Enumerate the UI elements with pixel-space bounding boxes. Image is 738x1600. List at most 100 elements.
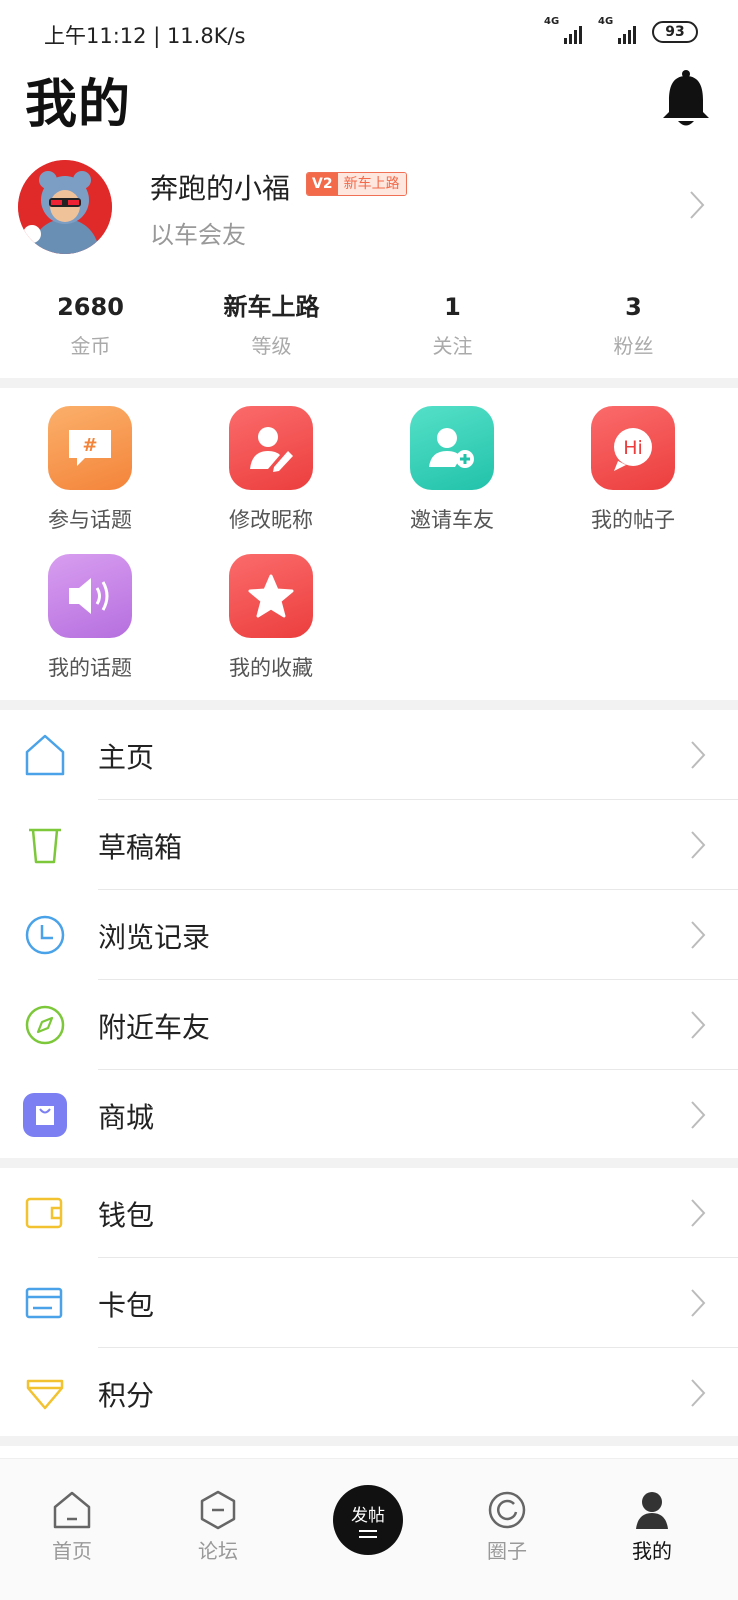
grid-item-label: 我的帖子 xyxy=(591,508,675,532)
bell-icon[interactable] xyxy=(660,68,712,130)
tab-forum[interactable]: 论坛 xyxy=(158,1459,278,1600)
tab-label: 圈子 xyxy=(487,1539,527,1563)
stat-value: 新车上路 xyxy=(223,293,320,321)
stat-coins[interactable]: 2680 金币 xyxy=(0,290,181,370)
stat-value: 1 xyxy=(444,293,461,321)
grid-item-join-topic[interactable]: # 参与话题 xyxy=(10,406,170,534)
wallet-icon xyxy=(25,1197,63,1229)
level-badge: V2 新车上路 xyxy=(306,172,407,196)
menu-item-label: 卡包 xyxy=(98,1289,155,1322)
grid-item-my-topics[interactable]: 我的话题 xyxy=(10,554,170,682)
edit-name-icon xyxy=(229,406,313,490)
signal-icon: 4G xyxy=(544,16,582,44)
section-divider xyxy=(0,700,738,710)
forum-tab-icon xyxy=(200,1490,236,1530)
tab-circle[interactable]: 圈子 xyxy=(447,1459,567,1600)
grid-item-invite-friend[interactable]: 邀请车友 xyxy=(372,406,532,534)
stat-label: 金币 xyxy=(70,334,111,358)
status-bar: 上午11:12 | 11.8K/s 4G 4G 93 xyxy=(0,0,738,62)
tab-home[interactable]: 首页 xyxy=(12,1459,132,1600)
network-type-label: 4G xyxy=(544,16,560,27)
grid-item-label: 我的话题 xyxy=(48,656,132,680)
svg-text:#: # xyxy=(82,435,97,456)
signal-icon: 4G xyxy=(598,16,636,44)
grid-item-favorites[interactable]: 我的收藏 xyxy=(191,554,351,682)
shop-icon xyxy=(23,1093,67,1137)
chevron-right-icon xyxy=(690,191,705,219)
points-icon xyxy=(26,1379,64,1410)
speaker-icon xyxy=(48,554,132,638)
menu-item-points[interactable]: 积分 xyxy=(0,1348,738,1438)
post-button-label: 发帖 xyxy=(351,1506,385,1526)
profile-tab-icon xyxy=(636,1492,668,1529)
stats-row: 2680 金币 新车上路 等级 1 关注 3 粉丝 xyxy=(0,290,738,370)
section-divider xyxy=(0,1158,738,1168)
grid-item-label: 参与话题 xyxy=(48,508,132,532)
menu-item-label: 浏览记录 xyxy=(98,921,211,954)
stat-followers[interactable]: 3 粉丝 xyxy=(543,290,724,370)
menu-item-label: 钱包 xyxy=(98,1199,155,1232)
hi-glyph: Hi xyxy=(623,437,643,459)
page-title: 我的 xyxy=(25,75,132,135)
menu-item-label: 积分 xyxy=(98,1379,155,1412)
home-tab-icon xyxy=(53,1491,91,1529)
level-name: 新车上路 xyxy=(337,173,406,195)
stat-following[interactable]: 1 关注 xyxy=(362,290,543,370)
bin-icon xyxy=(29,828,61,864)
card-icon xyxy=(25,1287,63,1319)
chevron-right-icon xyxy=(691,831,706,859)
menu-item-shop[interactable]: 商城 xyxy=(0,1070,738,1160)
grid-item-my-posts[interactable]: Hi 我的帖子 xyxy=(553,406,713,534)
chevron-right-icon xyxy=(691,1199,706,1227)
compass-icon xyxy=(25,1005,65,1045)
topic-icon: # xyxy=(48,406,132,490)
section-divider xyxy=(0,1436,738,1446)
menu-item-nearby[interactable]: 附近车友 xyxy=(0,980,738,1070)
menu-item-label: 商城 xyxy=(98,1101,155,1134)
hi-icon: Hi xyxy=(591,406,675,490)
stat-label: 关注 xyxy=(432,334,473,358)
grid-item-label: 邀请车友 xyxy=(410,508,494,532)
tab-label: 首页 xyxy=(52,1539,92,1563)
home-icon xyxy=(25,734,65,776)
section-divider xyxy=(0,378,738,388)
chevron-right-icon xyxy=(691,921,706,949)
chevron-right-icon xyxy=(691,1101,706,1129)
grid-item-label: 我的收藏 xyxy=(229,656,313,680)
tab-label: 论坛 xyxy=(198,1539,238,1563)
star-icon xyxy=(229,554,313,638)
stat-label: 粉丝 xyxy=(613,334,654,358)
chevron-right-icon xyxy=(691,1289,706,1317)
menu-item-card[interactable]: 卡包 xyxy=(0,1258,738,1348)
menu-item-history[interactable]: 浏览记录 xyxy=(0,890,738,980)
tab-profile[interactable]: 我的 xyxy=(592,1459,712,1600)
menu-item-home[interactable]: 主页 xyxy=(0,710,738,800)
avatar[interactable] xyxy=(18,160,112,254)
menu-item-label: 附近车友 xyxy=(98,1011,211,1044)
menu-item-label: 草稿箱 xyxy=(98,831,183,864)
stat-level[interactable]: 新车上路 等级 xyxy=(181,290,362,370)
menu-item-drafts[interactable]: 草稿箱 xyxy=(0,800,738,890)
clock-icon xyxy=(25,915,65,955)
circle-tab-icon xyxy=(488,1491,526,1529)
grid-item-label: 修改昵称 xyxy=(229,508,313,532)
invite-friend-icon xyxy=(410,406,494,490)
profile-card[interactable]: 奔跑的小福 V2 新车上路 以车会友 xyxy=(0,155,738,265)
menu-item-label: 主页 xyxy=(98,741,155,774)
stat-label: 等级 xyxy=(251,334,292,358)
bottom-tab-bar: 首页 论坛 发帖 圈子 我的 xyxy=(0,1458,738,1600)
battery-icon: 93 xyxy=(652,21,698,43)
profile-motto: 以车会友 xyxy=(150,221,246,249)
post-button[interactable]: 发帖 xyxy=(333,1485,403,1555)
grid-item-edit-name[interactable]: 修改昵称 xyxy=(191,406,351,534)
level-tag: V2 xyxy=(307,173,338,195)
chevron-right-icon xyxy=(691,1379,706,1407)
chevron-right-icon xyxy=(691,1011,706,1039)
chevron-right-icon xyxy=(691,741,706,769)
status-time: 上午11:12 | 11.8K/s xyxy=(44,24,246,48)
post-icon xyxy=(359,1530,377,1538)
feature-grid: # 参与话题 修改昵称 邀请车友 Hi 我的帖子 我的话题 我的收藏 xyxy=(0,398,738,698)
menu-item-wallet[interactable]: 钱包 xyxy=(0,1168,738,1258)
username: 奔跑的小福 xyxy=(150,172,291,205)
stat-value: 3 xyxy=(625,293,642,321)
